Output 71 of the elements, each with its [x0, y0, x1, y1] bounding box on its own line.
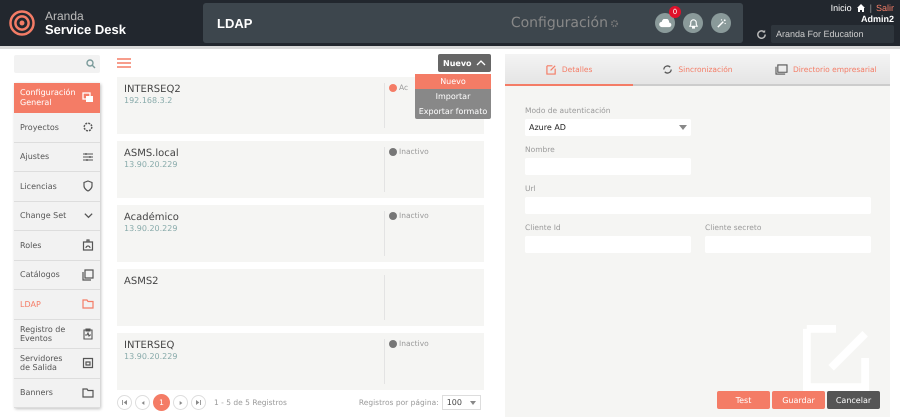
- brand-product: Service Desk: [45, 23, 126, 37]
- server-name: ASMS.local: [124, 148, 180, 159]
- per-page-select[interactable]: 100: [442, 395, 481, 410]
- previous-page-button[interactable]: [135, 395, 150, 410]
- sidebar-item[interactable]: Catálogos: [14, 260, 100, 290]
- page-title: LDAP: [217, 16, 254, 30]
- badge-icon: [82, 239, 94, 252]
- skip-forward-icon: [196, 400, 201, 405]
- dropdown-arrow-icon: [679, 125, 687, 130]
- ldap-card[interactable]: ASMS2: [117, 269, 484, 326]
- chevron-up-icon: [476, 60, 486, 66]
- server-address: 13.90.20.229: [124, 160, 178, 169]
- sidebar-item[interactable]: Registro de Eventos: [14, 320, 100, 349]
- sidebar-header-label: Configuración General: [20, 88, 75, 108]
- triangle-right-icon: [178, 400, 182, 404]
- edit-watermark-icon: [802, 324, 870, 392]
- sidebar-item[interactable]: Roles: [14, 231, 100, 260]
- folder-icon: [82, 298, 94, 310]
- sidebar-item[interactable]: Banners: [14, 378, 100, 408]
- brand-name: Aranda: [45, 9, 85, 23]
- first-page-button[interactable]: [117, 395, 132, 410]
- user-name: Admin2: [860, 14, 894, 24]
- stacked-windows-icon: [774, 64, 788, 74]
- sync-icon: [662, 64, 674, 74]
- home-link[interactable]: Inicio: [830, 3, 852, 13]
- gear-icon: [82, 121, 94, 134]
- search-field[interactable]: [14, 55, 100, 73]
- windows-icon: [82, 92, 94, 104]
- sidebar-item[interactable]: Licencias: [14, 172, 100, 202]
- sidebar-item[interactable]: Ajustes: [14, 142, 100, 172]
- magic-wand-button[interactable]: [711, 13, 731, 33]
- project-field[interactable]: Aranda For Education: [771, 25, 894, 43]
- sidebar-item[interactable]: Servidores de Salida: [14, 349, 100, 378]
- separator: |: [870, 3, 872, 13]
- home-icon[interactable]: [856, 3, 866, 13]
- server-name: INTERSEQ: [124, 340, 176, 351]
- spiral-logo-icon: [8, 9, 36, 37]
- search-icon: [86, 59, 96, 69]
- menu-icon[interactable]: [117, 58, 131, 68]
- new-dropdown-button[interactable]: Nuevo: [438, 54, 491, 72]
- bell-button[interactable]: [683, 13, 703, 33]
- server-address: 13.90.20.229: [124, 352, 178, 361]
- server-name: ASMS2: [124, 276, 160, 287]
- logout-link[interactable]: Salir: [876, 3, 894, 13]
- stack-icon: [82, 268, 94, 281]
- bell-icon: [688, 18, 698, 28]
- skip-back-icon: [122, 400, 127, 405]
- server-address: 13.90.20.229: [124, 224, 178, 233]
- sidebar-item[interactable]: Change Set: [14, 202, 100, 231]
- dropdown-arrow-icon: [470, 400, 476, 404]
- section-title: Configuración: [510, 15, 608, 31]
- action-button[interactable]: Cancelar: [827, 391, 880, 409]
- refresh-icon[interactable]: [756, 28, 767, 40]
- server-name: Académico: [124, 212, 180, 223]
- next-page-button[interactable]: [173, 395, 188, 410]
- server-name: INTERSEQ2: [124, 84, 182, 95]
- clip-icon: [82, 328, 94, 340]
- gear-icon: [610, 18, 619, 28]
- cloud-icon: [658, 18, 672, 28]
- sliders-icon: [82, 150, 94, 163]
- last-page-button[interactable]: [191, 395, 206, 410]
- folder-icon: [82, 386, 94, 399]
- magic-wand-icon: [716, 18, 726, 28]
- triangle-left-icon: [140, 400, 144, 404]
- cloud-button[interactable]: [655, 13, 675, 33]
- shield-icon: [82, 180, 94, 192]
- drive-icon: [82, 357, 94, 370]
- server-address: 192.168.3.2: [124, 96, 174, 105]
- sidebar-item[interactable]: Proyectos: [14, 113, 100, 142]
- authentication-select[interactable]: Azure AD: [525, 119, 691, 136]
- edit-icon: [546, 64, 557, 74]
